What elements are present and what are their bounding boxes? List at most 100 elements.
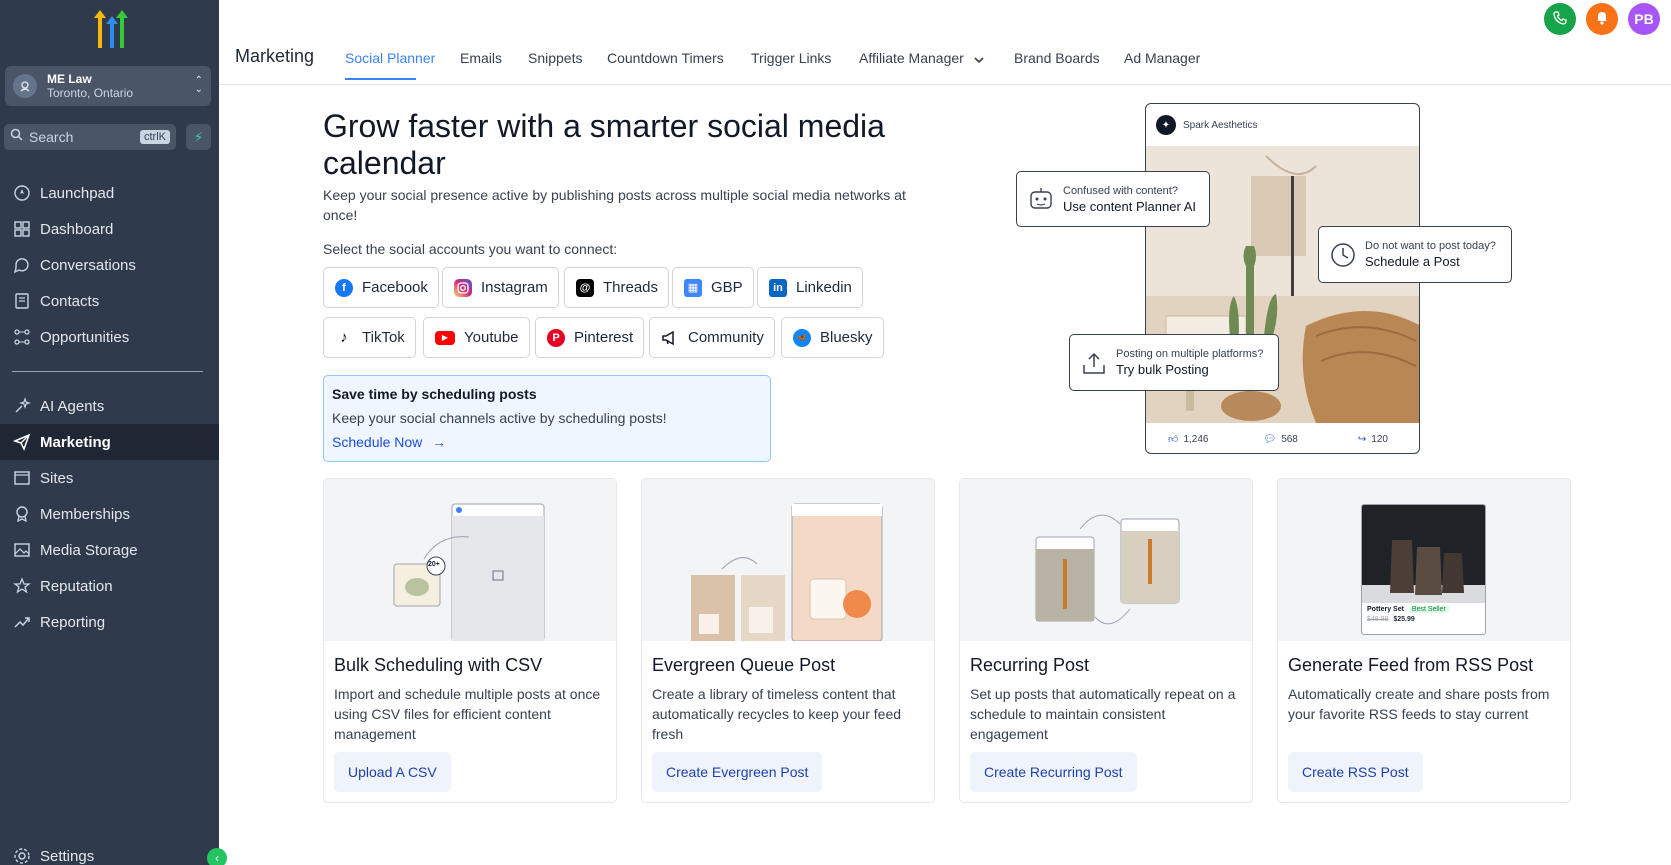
upload-csv-button[interactable]: Upload A CSV <box>334 752 451 792</box>
phone-button[interactable] <box>1544 3 1576 35</box>
brand-name: Spark Aesthetics <box>1183 119 1258 131</box>
sidebar-item-media-storage[interactable]: Media Storage <box>0 532 219 568</box>
chevron-down-icon <box>974 51 984 67</box>
callout-small-text: Confused with content? <box>1063 184 1178 197</box>
create-recurring-post-button[interactable]: Create Recurring Post <box>970 752 1137 792</box>
account-switcher[interactable]: ME Law Toronto, Ontario ⌃ ⌄ <box>5 66 211 106</box>
card-title: Evergreen Queue Post <box>652 655 836 675</box>
sidebar-item-launchpad[interactable]: Launchpad <box>0 175 219 211</box>
connect-linkedin-button[interactable]: in Linkedin <box>757 267 863 308</box>
sidebar-item-opportunities[interactable]: Opportunities <box>0 319 219 355</box>
sidebar-item-reputation[interactable]: Reputation <box>0 568 219 604</box>
browser-icon <box>12 468 32 488</box>
youtube-icon: ▶ <box>435 330 455 345</box>
chip-label: Facebook <box>362 279 428 296</box>
likes-count: 👍︎ 1,246 <box>1168 433 1209 446</box>
threads-icon: @ <box>576 278 594 297</box>
create-rss-post-button[interactable]: Create RSS Post <box>1288 752 1423 792</box>
sidebar-item-memberships[interactable]: Memberships <box>0 496 219 532</box>
tab-social-planner[interactable]: Social Planner <box>345 50 435 66</box>
tiktok-icon: ♪ <box>335 328 353 347</box>
sidebar-divider <box>12 371 203 372</box>
robot-icon <box>1027 185 1055 213</box>
sidebar-item-label: Sites <box>40 469 74 487</box>
tab-ad-manager[interactable]: Ad Manager <box>1124 50 1200 66</box>
sidebar-item-label: Memberships <box>40 505 131 523</box>
active-tab-indicator <box>345 78 416 80</box>
schedule-now-link[interactable]: Schedule Now → <box>332 434 446 450</box>
callout-bulk: Posting on multiple platforms? Try bulk … <box>1069 334 1279 391</box>
feature-card-bulk-csv: 20+ Bulk Scheduling with CSV Import and … <box>323 478 617 803</box>
chevron-updown-icon: ⌃ ⌄ <box>194 75 203 95</box>
tab-affiliate-manager[interactable]: Affiliate Manager <box>859 50 984 67</box>
hero-subtitle: Keep your social presence active by publ… <box>323 187 906 223</box>
connect-bluesky-button[interactable]: 🦋 Bluesky <box>781 317 884 358</box>
app-logo[interactable] <box>86 10 130 48</box>
card-description: Set up posts that automatically repeat o… <box>970 686 1236 742</box>
post-header: ✦ Spark Aesthetics <box>1146 104 1419 146</box>
sparkle-icon <box>12 396 32 416</box>
quick-actions-button[interactable]: ⚡ <box>186 124 211 150</box>
chip-label: TikTok <box>362 329 405 346</box>
collapse-sidebar-button[interactable]: ‹ <box>207 848 227 865</box>
evergreen-illustration <box>642 479 934 642</box>
connect-threads-button[interactable]: @ Threads <box>564 267 670 308</box>
lightning-icon: ⚡ <box>193 128 204 145</box>
rocket-icon <box>12 183 32 203</box>
callout-big-text: Try bulk Posting <box>1116 362 1209 377</box>
tab-countdown-timers[interactable]: Countdown Timers <box>607 50 724 66</box>
brand-logo-icon: ✦ <box>1156 115 1176 135</box>
card-title: Recurring Post <box>970 655 1090 675</box>
bulk-count-badge: 20+ <box>428 561 440 568</box>
feature-card-evergreen: Evergreen Queue Post Create a library of… <box>641 478 935 803</box>
tab-trigger-links[interactable]: Trigger Links <box>751 50 831 66</box>
tab-emails[interactable]: Emails <box>460 50 502 66</box>
sidebar-item-dashboard[interactable]: Dashboard <box>0 211 219 247</box>
connect-pinterest-button[interactable]: P Pinterest <box>535 317 645 358</box>
sidebar-item-label: Reputation <box>40 577 113 595</box>
connect-tiktok-button[interactable]: ♪ TikTok <box>323 317 416 358</box>
pipeline-icon <box>12 327 32 347</box>
tab-brand-boards[interactable]: Brand Boards <box>1014 50 1100 66</box>
sidebar-item-label: AI Agents <box>40 397 105 415</box>
chip-label: Linkedin <box>796 279 852 296</box>
comment-icon: 💬︎ <box>1263 433 1277 445</box>
feature-card-recurring: Recurring Post Set up posts that automat… <box>959 478 1253 803</box>
chip-label: Community <box>688 329 764 346</box>
sidebar-item-ai-agents[interactable]: AI Agents <box>0 388 219 424</box>
product-price: $25.99 <box>1393 616 1415 623</box>
sidebar-item-marketing[interactable]: Marketing <box>0 424 219 460</box>
sidebar-item-contacts[interactable]: Contacts <box>0 283 219 319</box>
google-business-icon: ▦ <box>684 278 702 297</box>
sidebar-item-reporting[interactable]: Reporting <box>0 604 219 640</box>
chip-label: Bluesky <box>820 329 873 346</box>
tab-snippets[interactable]: Snippets <box>528 50 582 66</box>
avatar[interactable]: PB <box>1628 3 1660 35</box>
megaphone-icon <box>661 328 679 347</box>
connect-youtube-button[interactable]: ▶ Youtube <box>423 317 530 358</box>
product-name: Pottery Set <box>1367 606 1404 613</box>
recurring-illustration <box>960 479 1252 641</box>
chip-label: Threads <box>603 279 659 296</box>
search-icon <box>10 128 23 146</box>
sidebar-item-sites[interactable]: Sites <box>0 460 219 496</box>
sidebar-item-label: Conversations <box>40 256 136 274</box>
card-description: Automatically create and share posts fro… <box>1288 686 1550 722</box>
tab-label: Affiliate Manager <box>859 50 964 66</box>
page-title: Marketing <box>235 46 315 66</box>
search-input[interactable]: Search ctrlK <box>4 124 176 150</box>
schedule-promo-title: Save time by scheduling posts <box>332 386 537 402</box>
sidebar-item-settings[interactable]: Settings <box>0 838 219 865</box>
connect-gbp-button[interactable]: ▦ GBP <box>672 267 754 308</box>
callout-small-text: Posting on multiple platforms? <box>1116 348 1264 360</box>
create-evergreen-post-button[interactable]: Create Evergreen Post <box>652 752 823 792</box>
connect-community-button[interactable]: Community <box>649 317 775 358</box>
product-tag: Best Seller <box>1408 606 1449 613</box>
comments-count: 💬︎ 568 <box>1263 433 1298 445</box>
notifications-button[interactable] <box>1586 3 1618 35</box>
connect-facebook-button[interactable]: f Facebook <box>323 267 439 308</box>
product-old-price: $49.99 <box>1367 616 1389 623</box>
callout-big-text: Schedule a Post <box>1365 254 1460 269</box>
connect-instagram-button[interactable]: Instagram <box>442 267 559 308</box>
sidebar-item-conversations[interactable]: Conversations <box>0 247 219 283</box>
